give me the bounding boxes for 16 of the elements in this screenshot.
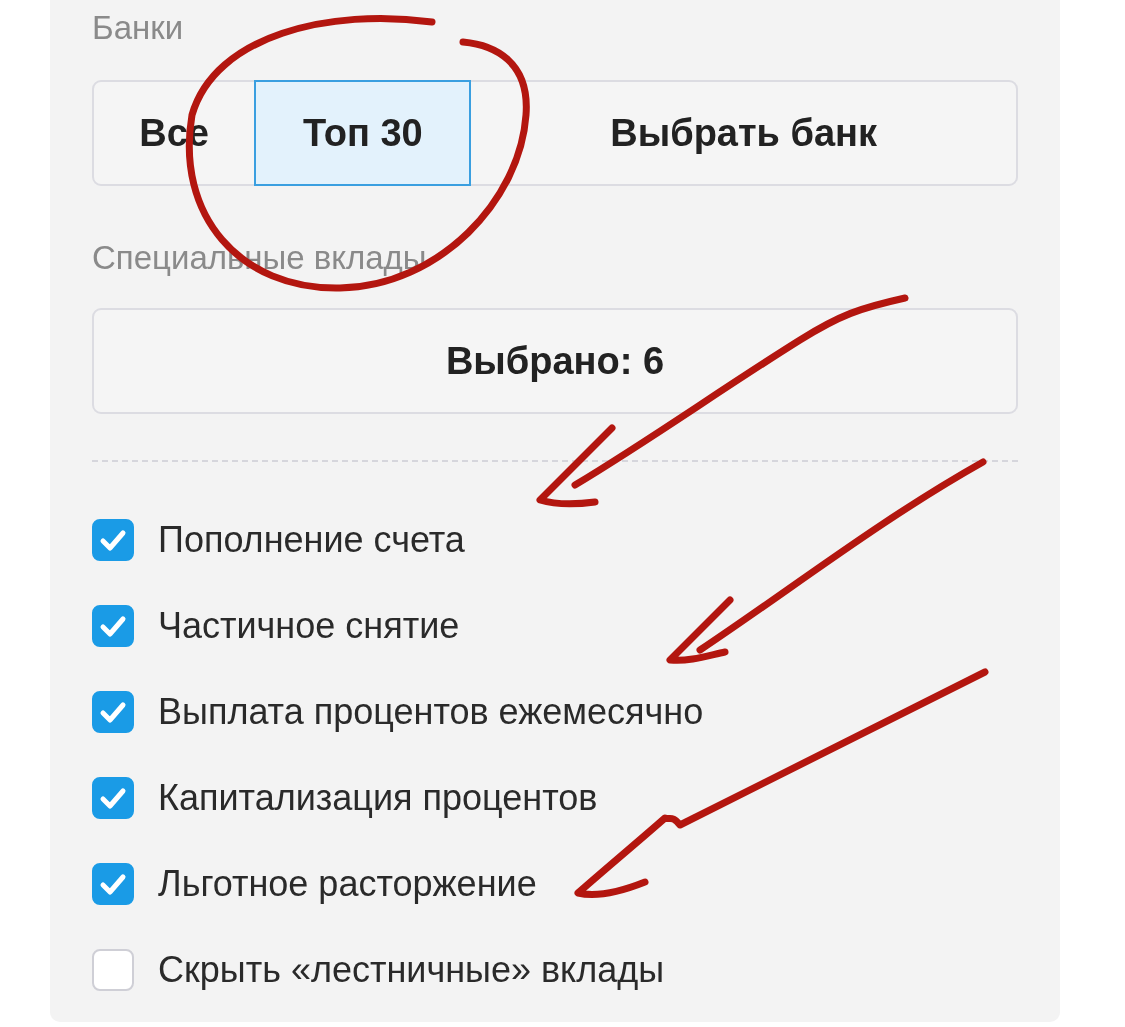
checkbox-label: Пополнение счета — [158, 519, 465, 561]
checkbox-label: Выплата процентов ежемесячно — [158, 691, 704, 733]
select-button[interactable]: Выбрано: 6 — [92, 308, 1018, 414]
checkbox[interactable] — [92, 863, 134, 905]
checkbox[interactable] — [92, 519, 134, 561]
segment-tab[interactable]: Выбрать банк — [471, 80, 1016, 186]
section-label: Банки — [92, 8, 185, 48]
checkbox[interactable] — [92, 777, 134, 819]
checkbox-label: Частичное снятие — [158, 605, 460, 647]
checkbox[interactable] — [92, 605, 134, 647]
checkbox[interactable] — [92, 691, 134, 733]
checkbox[interactable] — [92, 949, 134, 991]
segment-tab[interactable]: Топ 30 — [254, 80, 472, 186]
checkbox-label: Льготное расторжение — [158, 863, 537, 905]
checkbox-label: Капитализация процентов — [158, 777, 598, 819]
checkbox-label: Скрыть «лестничные» вклады — [158, 949, 665, 991]
